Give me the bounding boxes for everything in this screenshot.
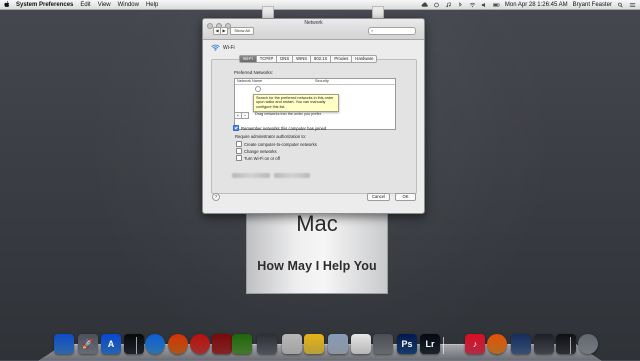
imovie-icon[interactable]: [534, 334, 554, 354]
menu-help[interactable]: Help: [146, 2, 158, 8]
trash-icon[interactable]: [578, 334, 598, 354]
preview-icon[interactable]: [511, 334, 531, 354]
sign-title: Mac: [296, 211, 338, 236]
tab-dns[interactable]: DNS: [277, 55, 294, 63]
remember-networks-label: Remember networks this computer has join…: [241, 125, 327, 131]
app-red-icon[interactable]: [212, 334, 232, 354]
system-preferences-icon[interactable]: [373, 334, 393, 354]
remove-network-button[interactable]: −: [241, 112, 249, 119]
blurred-text-1: [232, 173, 270, 178]
remember-networks-row[interactable]: Remember networks this computer has join…: [233, 125, 326, 131]
change-networks-checkbox[interactable]: [236, 148, 242, 154]
itunes-icon[interactable]: ♪: [465, 334, 485, 354]
photoshop-icon[interactable]: Ps: [397, 334, 417, 354]
blurred-text-2: [274, 173, 310, 178]
menu-view[interactable]: View: [98, 2, 111, 8]
mission-control-icon[interactable]: [124, 334, 144, 354]
require-admin-label: Require administrator authorization to:: [235, 134, 306, 139]
change-networks-label: Change networks: [244, 148, 277, 154]
show-all-button[interactable]: Show All: [230, 27, 254, 35]
tab-hardware[interactable]: Hardware: [352, 55, 378, 63]
forward-button[interactable]: ▶: [220, 27, 228, 35]
printer-icon[interactable]: [282, 334, 302, 354]
evernote-icon[interactable]: [232, 334, 252, 354]
drag-hint: Drag networks into the order you prefer.: [255, 112, 322, 116]
apple-menu-icon[interactable]: [4, 1, 10, 8]
finder-icon[interactable]: [54, 334, 74, 354]
option-change-row[interactable]: Change networks: [236, 148, 277, 154]
tab-bar: Wi-Fi TCP/IP DNS WINS 802.1X Proxies Har…: [239, 55, 378, 63]
ibooks-icon[interactable]: [487, 334, 507, 354]
app-gray-icon[interactable]: [257, 334, 277, 354]
interface-name: Wi-Fi: [223, 44, 235, 51]
status-battery-icon[interactable]: [493, 2, 500, 8]
search-icon: ⌕: [371, 28, 374, 33]
dock-separator: [443, 337, 444, 354]
preferred-networks-label: Preferred Networks:: [234, 70, 274, 75]
column-network-name[interactable]: Network Name: [237, 79, 262, 84]
create-networks-checkbox[interactable]: [236, 141, 242, 147]
table-header: Network Name Security: [235, 79, 395, 85]
column-security[interactable]: Security: [315, 79, 329, 84]
menu-app-name[interactable]: System Preferences: [16, 2, 73, 8]
status-wifi-icon[interactable]: [469, 2, 476, 8]
menu-clock[interactable]: Mon Apr 28 1:26:45 AM: [505, 2, 568, 8]
create-networks-label: Create computer-to-computer networks: [244, 141, 317, 147]
cursor-indicator: [255, 86, 261, 92]
menu-edit[interactable]: Edit: [80, 2, 90, 8]
sign-tagline: How May I Help You: [257, 259, 377, 273]
window-title: Network: [304, 20, 323, 26]
tab-wins[interactable]: WINS: [293, 55, 312, 63]
notification-center-icon[interactable]: [629, 2, 636, 8]
calendar-icon[interactable]: [351, 334, 371, 354]
tab-8021x[interactable]: 802.1X: [311, 55, 332, 63]
stickies-icon[interactable]: [304, 334, 324, 354]
cancel-button[interactable]: Cancel: [367, 193, 390, 201]
status-music-icon[interactable]: [445, 1, 452, 8]
menu-user[interactable]: Bryant Feaster: [573, 2, 612, 8]
option-create-row[interactable]: Create computer-to-computer networks: [236, 141, 317, 147]
app-store-icon[interactable]: A: [101, 334, 121, 354]
status-bluetooth-icon[interactable]: [457, 1, 464, 8]
tab-wifi[interactable]: Wi-Fi: [239, 55, 257, 63]
ok-button[interactable]: OK: [395, 193, 416, 201]
firefox-icon[interactable]: [168, 334, 188, 354]
option-wifi-toggle-row[interactable]: Turn Wi-Fi on or off: [236, 155, 280, 161]
tab-tcpip[interactable]: TCP/IP: [256, 55, 278, 63]
tab-proxies[interactable]: Proxies: [331, 55, 353, 63]
search-input[interactable]: ⌕: [368, 27, 416, 35]
help-tooltip: Search for the preferred networks in thi…: [253, 94, 339, 112]
mail-icon[interactable]: [328, 334, 348, 354]
chrome-icon[interactable]: [190, 334, 210, 354]
status-cloud-icon[interactable]: [421, 1, 428, 8]
app-dark-icon[interactable]: [556, 334, 576, 354]
status-sync-icon[interactable]: [433, 2, 440, 8]
launchpad-icon[interactable]: 🚀: [78, 334, 98, 354]
safari-icon[interactable]: [145, 334, 165, 354]
menu-window[interactable]: Window: [118, 2, 139, 8]
interface-header: Wi-Fi: [211, 44, 235, 51]
menu-bar: System Preferences Edit View Window Help…: [0, 0, 640, 10]
dock-separator: [570, 337, 571, 354]
turn-wifi-checkbox[interactable]: [236, 155, 242, 161]
turn-wifi-label: Turn Wi-Fi on or off: [244, 155, 280, 161]
lightroom-icon[interactable]: Lr: [420, 334, 440, 354]
dock-separator: [136, 337, 137, 354]
status-volume-icon[interactable]: [481, 2, 488, 8]
spotlight-icon[interactable]: [617, 2, 624, 8]
window-titlebar[interactable]: Network ◀ ▶ Show All ⌕: [203, 19, 424, 40]
help-button[interactable]: ?: [212, 193, 220, 201]
remember-networks-checkbox[interactable]: [233, 125, 239, 131]
wifi-icon: [211, 44, 220, 51]
